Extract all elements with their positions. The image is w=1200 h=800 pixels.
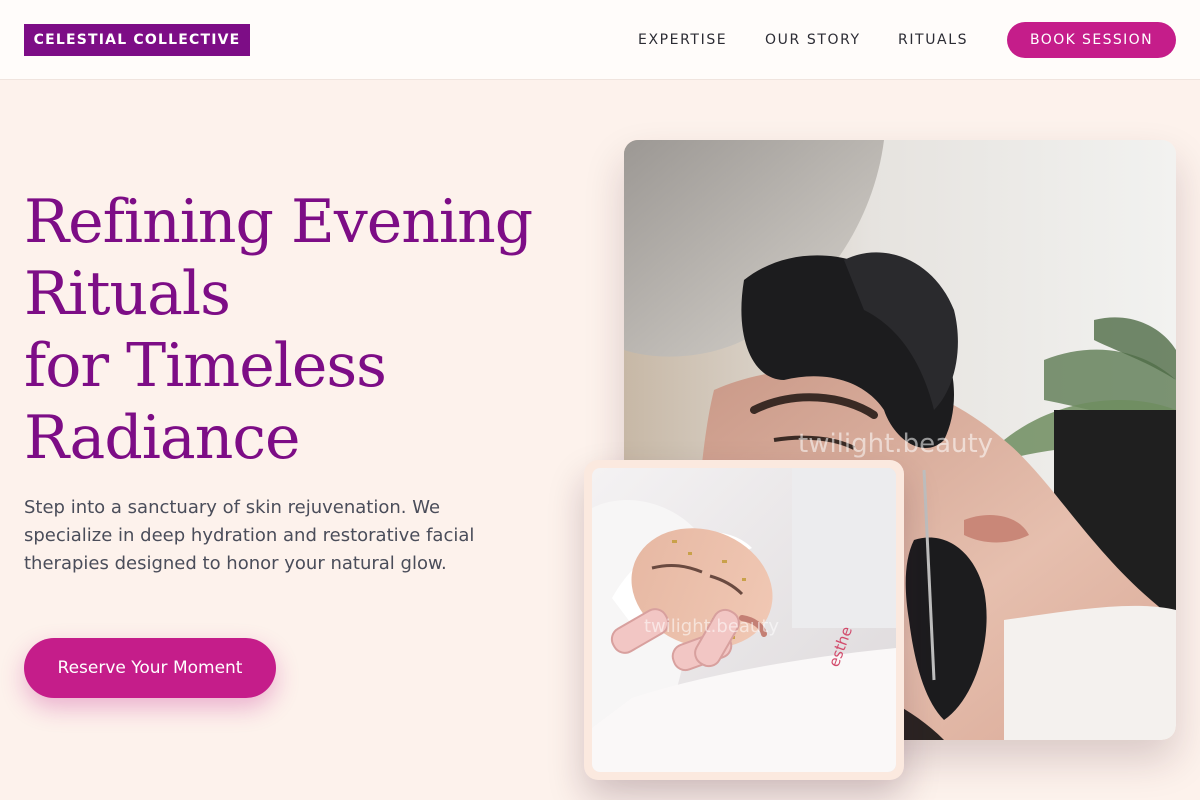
nav-link-our-story[interactable]: OUR STORY [765,30,861,50]
headline-line-2: Rituals [24,259,231,329]
hero-headline: Refining Evening Rituals for Timeless Ra… [24,186,594,474]
facial-roller-photo: esthe twilight.beauty [592,468,896,772]
hero-description: Step into a sanctuary of skin rejuvenati… [24,497,475,574]
headline-line-3: for Timeless [24,331,387,401]
headline-line-4: Radiance [24,403,300,473]
book-session-button[interactable]: BOOK SESSION [1007,22,1176,58]
inset-photo-watermark: twilight.beauty [644,616,779,637]
brand-logo[interactable]: CELESTIAL COLLECTIVE [24,24,250,56]
headline-line-1: Refining Evening [24,187,533,257]
top-navigation-bar: CELESTIAL COLLECTIVE EXPERTISE OUR STORY… [0,0,1200,80]
reserve-moment-button[interactable]: Reserve Your Moment [24,638,276,698]
nav-link-expertise[interactable]: EXPERTISE [638,30,727,50]
nav-link-rituals[interactable]: RITUALS [898,30,968,50]
main-photo-watermark: twilight.beauty [798,429,993,459]
inset-photo-frame: esthe twilight.beauty [584,460,904,780]
